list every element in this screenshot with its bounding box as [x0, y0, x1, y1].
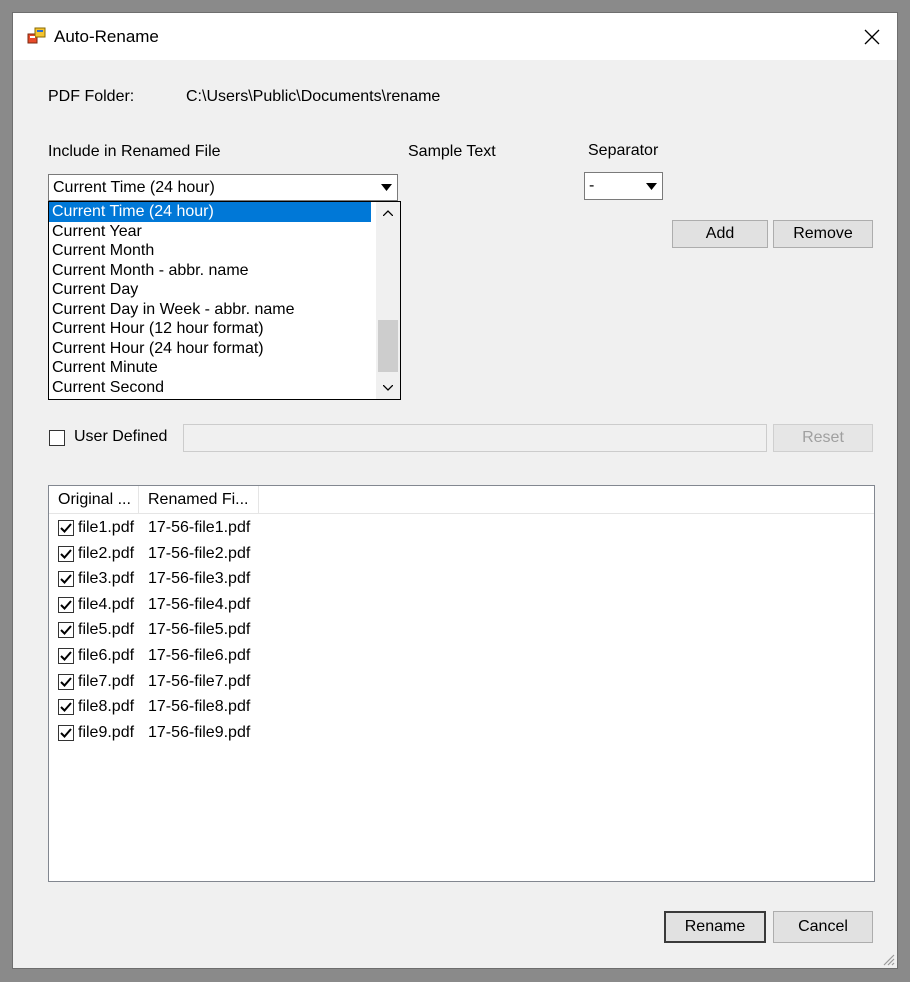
- checkmark-icon: [60, 523, 72, 533]
- original-filename: file7.pdf: [78, 672, 135, 690]
- checkmark-icon: [60, 702, 72, 713]
- file-row-checkbox[interactable]: [58, 545, 74, 562]
- include-selected-value: Current Time (24 hour): [53, 179, 215, 196]
- file-row-checkbox[interactable]: [58, 673, 74, 690]
- renamed-filename: 17-56-file3.pdf: [148, 570, 251, 588]
- original-filename: file4.pdf: [78, 595, 135, 613]
- dropdown-option[interactable]: Current Hour (24 hour format): [49, 339, 371, 359]
- renamed-filename: 17-56-file1.pdf: [148, 519, 251, 536]
- dropdown-option[interactable]: Current Minute: [49, 358, 371, 378]
- cancel-button[interactable]: Cancel: [773, 911, 873, 943]
- dropdown-scrollbar[interactable]: [376, 202, 400, 399]
- include-label: Include in Renamed File: [48, 143, 221, 160]
- app-icon: [27, 27, 46, 44]
- user-defined-label: User Defined: [74, 428, 168, 445]
- title-bar: Auto-Rename: [13, 13, 897, 60]
- file-row-checkbox[interactable]: [58, 724, 74, 741]
- original-filename: file2.pdf: [78, 544, 135, 562]
- rename-button[interactable]: Rename: [664, 911, 766, 943]
- renamed-filename: 17-56-file2.pdf: [148, 544, 251, 562]
- checkmark-icon: [60, 676, 72, 687]
- separator-combobox[interactable]: -: [584, 172, 663, 200]
- file-list[interactable]: Original ... Renamed Fi... file1.pdf 17-5…: [48, 485, 875, 882]
- file-row[interactable]: file2.pdf 17-56-file2.pdf: [49, 542, 874, 567]
- resize-grip-icon[interactable]: [879, 950, 895, 966]
- dropdown-option[interactable]: Current Month - abbr. name: [49, 261, 371, 281]
- pdf-folder-path: C:\Users\Public\Documents\rename: [186, 88, 441, 105]
- file-row[interactable]: file8.pdf 17-56-file8.pdf: [49, 695, 874, 720]
- file-list-header: Original ... Renamed Fi...: [49, 486, 874, 514]
- renamed-filename: 17-56-file5.pdf: [148, 621, 251, 639]
- include-dropdown-list[interactable]: Current Time (24 hour) Current Year Curren…: [48, 201, 401, 400]
- close-button[interactable]: [849, 13, 895, 60]
- file-row[interactable]: file5.pdf 17-56-file5.pdf: [49, 618, 874, 643]
- renamed-filename: 17-56-file6.pdf: [148, 647, 251, 664]
- original-filename: file3.pdf: [78, 570, 135, 588]
- renamed-filename: 17-56-file9.pdf: [148, 723, 251, 741]
- window-title: Auto-Rename: [54, 27, 159, 46]
- separator-dropdown-button[interactable]: [640, 173, 662, 199]
- remove-button[interactable]: Remove: [773, 220, 873, 248]
- file-row[interactable]: file9.pdf 17-56-file9.pdf: [49, 721, 874, 746]
- file-row-checkbox[interactable]: [58, 622, 74, 639]
- file-row[interactable]: file3.pdf 17-56-file3.pdf: [49, 567, 874, 592]
- reset-button[interactable]: Reset: [773, 424, 873, 452]
- checkmark-icon: [60, 600, 72, 610]
- renamed-filename: 17-56-file8.pdf: [148, 698, 251, 716]
- separator-label: Separator: [588, 142, 659, 159]
- file-row-checkbox[interactable]: [58, 596, 74, 613]
- dropdown-option[interactable]: Current Day: [49, 280, 371, 300]
- file-row[interactable]: file1.pdf 17-56-file1.pdf: [49, 516, 874, 541]
- original-filename: file5.pdf: [78, 621, 135, 639]
- close-icon: [864, 29, 880, 44]
- original-filename: file1.pdf: [78, 519, 135, 536]
- chevron-down-icon: [645, 182, 657, 190]
- file-row-checkbox[interactable]: [58, 520, 74, 536]
- auto-rename-dialog: Auto-Rename PDF Folder: C:\Users\Public\…: [13, 13, 897, 968]
- original-filename: file9.pdf: [78, 723, 135, 741]
- separator-value: -: [589, 177, 595, 194]
- file-row-checkbox[interactable]: [58, 648, 74, 664]
- chevron-down-icon: [383, 385, 393, 391]
- original-filename: file8.pdf: [78, 698, 135, 716]
- dropdown-option[interactable]: Current Month: [49, 241, 371, 261]
- renamed-filename: 17-56-file7.pdf: [148, 672, 251, 690]
- checkmark-icon: [60, 625, 72, 636]
- sample-text-label: Sample Text: [408, 143, 496, 160]
- checkmark-icon: [60, 728, 72, 738]
- file-row[interactable]: file7.pdf 17-56-file7.pdf: [49, 670, 874, 695]
- scroll-up-button[interactable]: [376, 202, 400, 224]
- include-dropdown-button[interactable]: [375, 175, 397, 200]
- user-defined-checkbox[interactable]: [49, 430, 65, 446]
- dropdown-option[interactable]: Current Second: [49, 378, 371, 398]
- dropdown-option[interactable]: Current Day in Week - abbr. name: [49, 300, 371, 320]
- user-defined-input[interactable]: [183, 424, 767, 452]
- renamed-filename: 17-56-file4.pdf: [148, 595, 251, 613]
- checkmark-icon: [60, 548, 72, 559]
- chevron-down-icon: [380, 184, 392, 191]
- scroll-down-button[interactable]: [376, 377, 400, 399]
- column-header-renamed[interactable]: Renamed Fi...: [139, 486, 259, 513]
- include-combobox[interactable]: Current Time (24 hour): [48, 174, 398, 201]
- file-row[interactable]: file4.pdf 17-56-file4.pdf: [49, 593, 874, 618]
- dropdown-option[interactable]: Current Year: [49, 222, 371, 242]
- chevron-up-icon: [383, 210, 393, 216]
- checkmark-icon: [60, 574, 72, 585]
- dropdown-option[interactable]: Current Hour (12 hour format): [49, 319, 371, 339]
- file-row[interactable]: file6.pdf 17-56-file6.pdf: [49, 644, 874, 669]
- dropdown-option[interactable]: Current Time (24 hour): [49, 202, 371, 222]
- checkmark-icon: [60, 651, 72, 661]
- file-row-checkbox[interactable]: [58, 699, 74, 716]
- file-row-checkbox[interactable]: [58, 571, 74, 588]
- add-button[interactable]: Add: [672, 220, 768, 248]
- pdf-folder-label: PDF Folder:: [48, 88, 135, 105]
- original-filename: file6.pdf: [78, 647, 135, 664]
- column-header-original[interactable]: Original ...: [49, 486, 139, 513]
- scroll-thumb[interactable]: [378, 320, 398, 372]
